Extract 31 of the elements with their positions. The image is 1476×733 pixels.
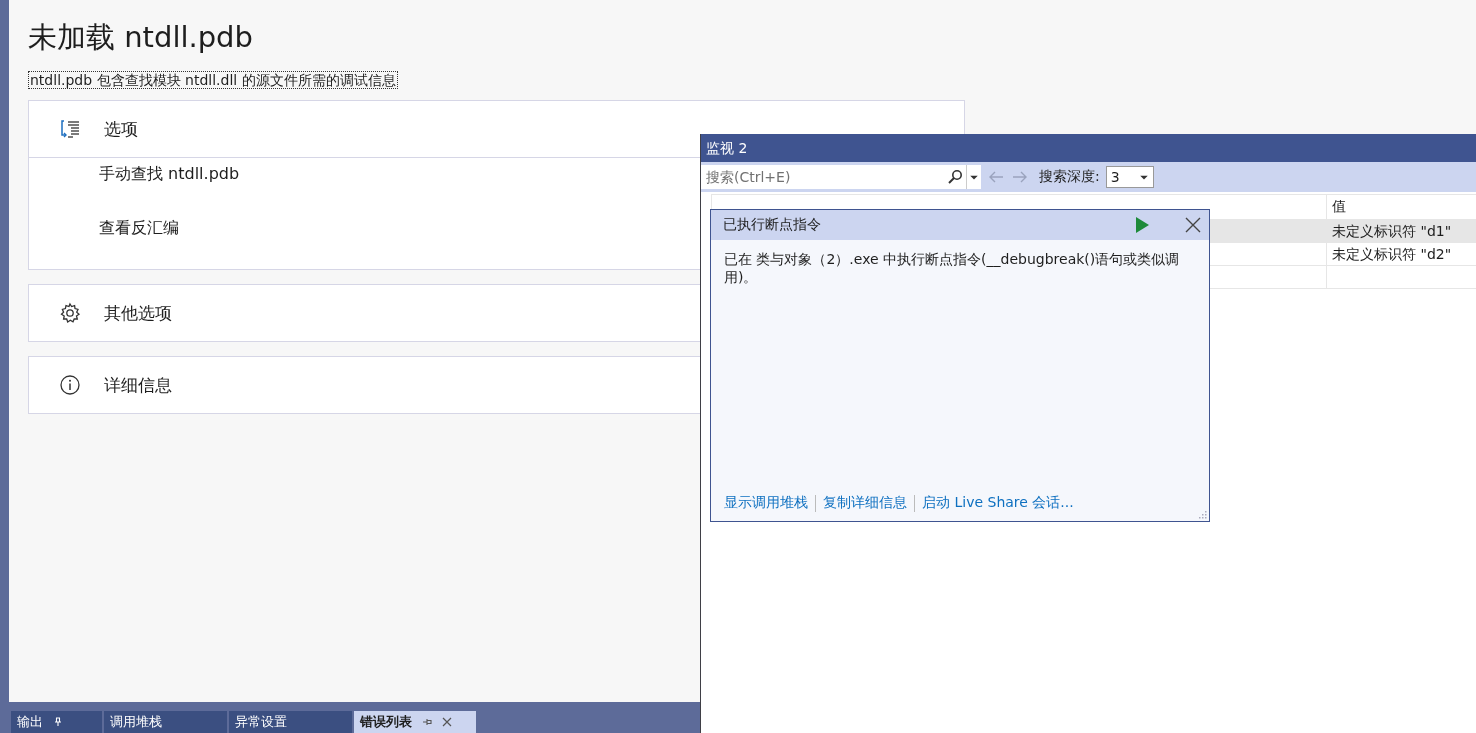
popup-link[interactable]: 显示调用堆栈: [724, 494, 808, 512]
close-icon[interactable]: [442, 717, 452, 727]
search-icon[interactable]: [947, 165, 966, 189]
section-header[interactable]: 选项: [104, 117, 138, 141]
search-field[interactable]: 搜索(Ctrl+E): [701, 165, 947, 189]
dropdown-icon[interactable]: [966, 165, 981, 189]
tab[interactable]: 异常设置: [229, 711, 352, 733]
page-title: 未加载 ntdll.pdb: [28, 19, 254, 56]
pin-icon[interactable]: [422, 717, 432, 727]
tab[interactable]: 调用堆栈: [104, 711, 227, 733]
popup-title: 已执行断点指令: [723, 216, 822, 234]
popup-link[interactable]: 启动 Live Share 会话...: [922, 494, 1074, 512]
exception-message: 已在 类与对象（2）.exe 中执行断点指令(__debugbreak()语句或类似调用)。: [724, 250, 1181, 287]
close-icon[interactable]: [1185, 217, 1201, 233]
info-icon: [59, 374, 81, 396]
window-title: 监视 2: [701, 134, 1476, 162]
section-header[interactable]: 详细信息: [104, 373, 172, 397]
tab[interactable]: 输出: [11, 711, 102, 733]
value-cell: 未定义标识符 "d2": [1332, 246, 1452, 262]
depth-label: 搜索深度:: [1039, 168, 1100, 186]
column-header[interactable]: 值: [1332, 198, 1346, 214]
depth-dropdown[interactable]: 3: [1105, 166, 1154, 188]
description-text: ntdll.pdb 包含查找模块 ntdll.dll 的源文件所需的调试信息: [28, 71, 398, 89]
settings-icon: [59, 302, 81, 324]
section-header[interactable]: 其他选项: [104, 301, 172, 325]
popup-link[interactable]: 复制详细信息: [823, 494, 907, 512]
tab[interactable]: 错误列表: [354, 711, 476, 733]
value-cell: 未定义标识符 "d1": [1332, 223, 1452, 239]
list-icon: [59, 118, 81, 140]
resize-grip-icon[interactable]: [1197, 509, 1207, 519]
play-icon[interactable]: [1135, 217, 1149, 233]
